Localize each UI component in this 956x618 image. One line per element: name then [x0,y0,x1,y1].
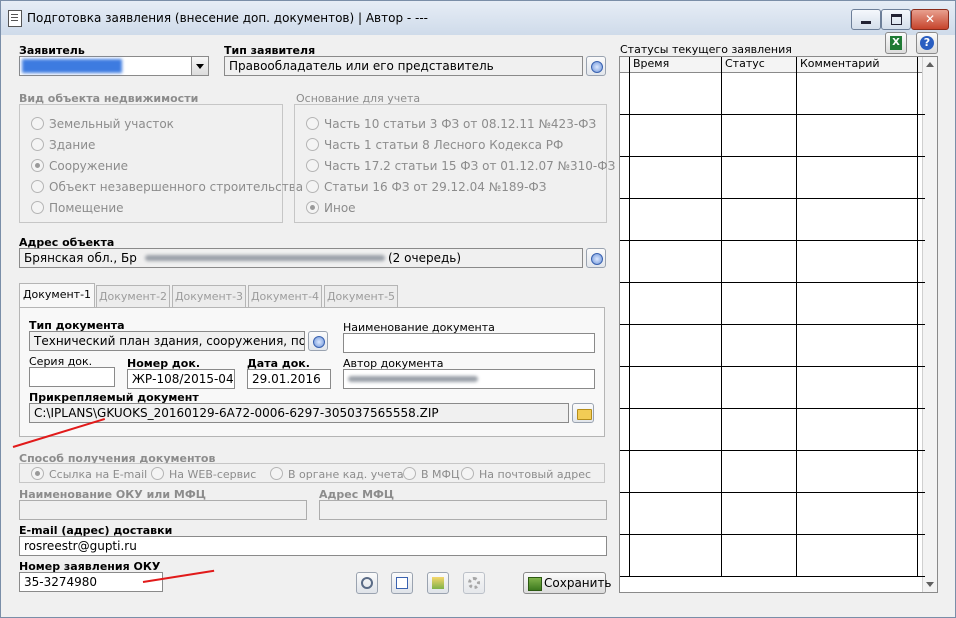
scroll-down-icon[interactable] [926,582,934,587]
minimize-button[interactable] [851,9,881,30]
property-kind-option-premises[interactable]: Помещение [31,201,124,215]
mfc-address-field[interactable] [319,500,607,520]
edit-button[interactable] [391,572,413,594]
sign-button[interactable] [427,572,449,594]
statuses-table-header: Время Статус Комментарий [620,57,925,73]
column-divider [796,57,797,577]
applicant-type-select-button[interactable] [586,56,606,76]
tab-document-1[interactable]: Документ-1 [19,283,95,308]
column-header-time[interactable]: Время [629,57,669,71]
maximize-button[interactable] [881,9,911,30]
column-divider [629,57,630,577]
address-value-end: (2 очередь) [388,251,461,265]
document-date-field[interactable]: 29.01.2016 [247,369,331,389]
table-row[interactable] [620,283,925,325]
delivery-option-mfc[interactable]: В МФЦ [403,467,460,481]
close-button[interactable]: ✕ [911,9,949,30]
statuses-table[interactable]: Время Статус Комментарий [619,56,938,593]
save-button[interactable]: Сохранить [523,572,612,594]
browse-file-button[interactable] [572,403,594,423]
document-author-redacted [348,376,478,382]
basis-option-1[interactable]: Часть 10 статьи 3 ФЗ от 08.12.11 №423-ФЗ [306,117,596,131]
applicant-type-field[interactable]: Правообладатель или его представитель [224,56,583,76]
document-author-field[interactable] [343,369,595,389]
basis-option-4[interactable]: Статьи 16 ФЗ от 29.12.04 №189-ФЗ [306,180,546,194]
column-divider [917,57,918,577]
gear-icon [468,577,480,589]
table-row[interactable] [620,241,925,283]
globe-icon [313,336,325,348]
delivery-option-email[interactable]: Ссылка на E-mail [31,467,147,481]
export-excel-button[interactable]: X [885,32,907,54]
document-icon [8,10,22,27]
scroll-up-icon[interactable] [926,62,934,67]
tab-document-4[interactable]: Документ-4 [248,285,322,308]
title-bar: Подготовка заявления (внесение доп. доку… [1,1,955,35]
delivery-option-mail[interactable]: На почтовый адрес [461,467,591,481]
column-divider [721,57,722,577]
document-type-select-button[interactable] [308,331,328,351]
table-row[interactable] [620,535,925,577]
delivery-option-web[interactable]: На WEB-сервис [151,467,256,481]
chevron-down-icon[interactable] [191,57,208,75]
address-select-button[interactable] [586,248,606,268]
table-row[interactable] [620,451,925,493]
table-row[interactable] [620,367,925,409]
attached-document-field[interactable]: C:\IPLANS\GKUOKS_20160129-6A72-0006-6297… [29,403,569,423]
applicant-combo[interactable] [19,56,209,76]
settings-button[interactable] [463,572,485,594]
email-field[interactable]: rosreestr@gupti.ru [19,536,607,556]
table-row[interactable] [620,157,925,199]
document-name-field[interactable] [343,333,595,353]
excel-icon: X [890,36,902,50]
refresh-icon [361,577,373,589]
property-kind-option-land[interactable]: Земельный участок [31,117,174,131]
help-icon: ? [920,36,934,50]
table-row[interactable] [620,409,925,451]
table-row[interactable] [620,115,925,157]
save-icon [528,577,542,591]
window-title: Подготовка заявления (внесение доп. доку… [27,11,429,25]
address-redacted [145,255,385,261]
edit-icon [396,577,408,589]
table-row[interactable] [620,493,925,535]
column-header-comment[interactable]: Комментарий [796,57,880,71]
certificate-icon [432,577,444,589]
tab-document-5[interactable]: Документ-5 [324,285,398,308]
help-button[interactable]: ? [916,32,938,54]
document-number-field[interactable]: ЖР-108/2015-04-1 [127,369,235,389]
globe-icon [591,61,603,73]
globe-icon [591,253,603,265]
delivery-option-cadastral[interactable]: В органе кад. учета [270,467,404,481]
table-row[interactable] [620,73,925,115]
column-header-status[interactable]: Статус [721,57,765,71]
folder-icon [577,409,592,420]
document-type-field[interactable]: Технический план здания, сооружения, пом… [29,331,305,351]
tab-document-2[interactable]: Документ-2 [96,285,170,308]
property-kind-option-building[interactable]: Здание [31,138,95,152]
refresh-button[interactable] [356,572,378,594]
tab-document-3[interactable]: Документ-3 [172,285,246,308]
table-row[interactable] [620,199,925,241]
document-series-field[interactable] [29,367,115,387]
table-row[interactable] [620,325,925,367]
address-field[interactable]: Брянская обл., Бр (2 очередь) [19,248,583,268]
basis-option-other[interactable]: Иное [306,201,356,215]
oku-name-field[interactable] [19,500,307,520]
property-kind-option-unfinished[interactable]: Объект незавершенного строительства [31,180,303,194]
address-value-start: Брянская обл., Бр [24,251,137,265]
application-window: Подготовка заявления (внесение доп. доку… [0,0,956,618]
property-kind-option-structure[interactable]: Сооружение [31,159,128,173]
oku-number-field[interactable]: 35-3274980 [19,572,163,592]
applicant-value-redacted [22,59,122,73]
basis-option-2[interactable]: Часть 1 статьи 8 Лесного Кодекса РФ [306,138,563,152]
statuses-label: Статусы текущего заявления [620,43,792,56]
basis-option-3[interactable]: Часть 17.2 статьи 15 ФЗ от 01.12.07 №310… [306,159,615,173]
